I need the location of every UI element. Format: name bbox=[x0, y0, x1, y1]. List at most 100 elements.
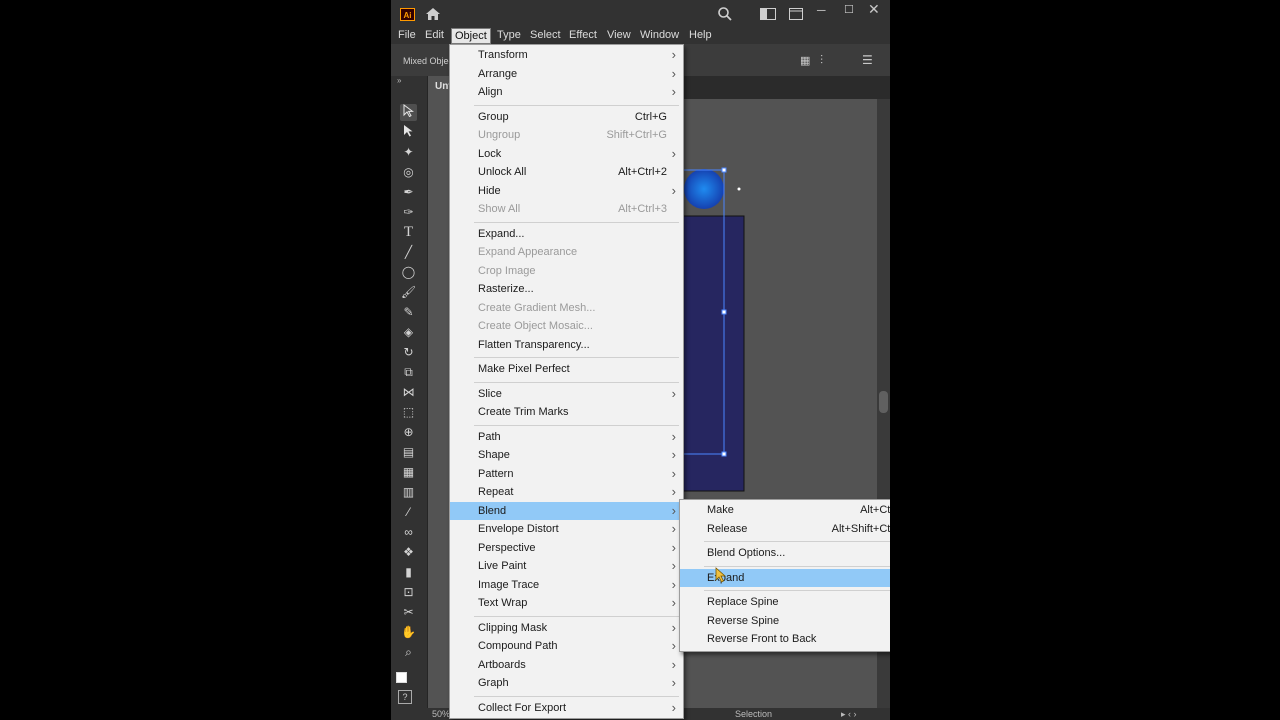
gradient-tool-icon[interactable]: ▥ bbox=[400, 484, 417, 501]
line-tool-icon[interactable]: ╱ bbox=[400, 244, 417, 261]
free-transform-tool-icon[interactable]: ⬚ bbox=[400, 404, 417, 421]
curvature-tool-icon[interactable]: ✑ bbox=[400, 204, 417, 221]
pen-tool-icon[interactable]: ✒ bbox=[400, 184, 417, 201]
scroll-thumb[interactable] bbox=[879, 391, 888, 413]
direct-selection-tool-icon[interactable] bbox=[400, 124, 417, 141]
mesh-tool-icon[interactable]: ▦ bbox=[400, 464, 417, 481]
hand-tool-icon[interactable]: ✋ bbox=[400, 624, 417, 641]
ellipse-tool-icon[interactable]: ◯ bbox=[400, 264, 417, 281]
minimize-icon[interactable]: ─ bbox=[817, 3, 826, 17]
menu-item-flatten-transparency[interactable]: Flatten Transparency... bbox=[450, 336, 683, 354]
menu-item-rasterize[interactable]: Rasterize... bbox=[450, 280, 683, 298]
menu-item-align[interactable]: Align › bbox=[450, 83, 683, 101]
scale-tool-icon[interactable]: ⧉ bbox=[400, 364, 417, 381]
search-icon[interactable] bbox=[717, 6, 733, 24]
menu-item-unlock-all[interactable]: Unlock All Alt+Ctrl+2 bbox=[450, 163, 683, 181]
status-nav-icon[interactable]: ▸ ‹ › bbox=[841, 708, 857, 720]
menu-item-repeat[interactable]: Repeat › bbox=[450, 483, 683, 501]
menu-item-group[interactable]: Group Ctrl+G bbox=[450, 108, 683, 126]
menu-window[interactable]: Window bbox=[637, 28, 682, 44]
menu-select[interactable]: Select bbox=[527, 28, 564, 44]
symbol-sprayer-tool-icon[interactable]: ❖ bbox=[400, 544, 417, 561]
handle-middle bbox=[721, 309, 727, 315]
maximize-icon[interactable]: ☐ bbox=[844, 3, 854, 17]
menu-item-blend[interactable]: Blend › bbox=[450, 501, 683, 520]
menu-item-reverse-front-to-back[interactable]: Reverse Front to Back bbox=[680, 630, 890, 648]
menu-item-create-trim-marks[interactable]: Create Trim Marks bbox=[450, 403, 683, 421]
menu-item-label: Create Object Mosaic... bbox=[478, 320, 593, 332]
menu-item-arrange[interactable]: Arrange › bbox=[450, 65, 683, 83]
paintbrush-tool-icon[interactable]: 🖌 bbox=[400, 284, 417, 301]
align-icon[interactable]: ⫶ bbox=[820, 53, 823, 67]
menu-item-lock[interactable]: Lock › bbox=[450, 145, 683, 163]
perspective-grid-tool-icon[interactable]: ▤ bbox=[400, 444, 417, 461]
width-tool-icon[interactable]: ⋈ bbox=[400, 384, 417, 401]
menu-item-slice[interactable]: Slice › bbox=[450, 385, 683, 403]
help-icon[interactable]: ? bbox=[398, 690, 412, 704]
blend-tool-icon[interactable]: ∞ bbox=[400, 524, 417, 541]
menu-item-perspective[interactable]: Perspective › bbox=[450, 539, 683, 557]
shape-builder-tool-icon[interactable]: ⊕ bbox=[400, 424, 417, 441]
menu-item-pattern[interactable]: Pattern › bbox=[450, 465, 683, 483]
menu-item-expand[interactable]: Expand bbox=[680, 568, 890, 587]
menu-object[interactable]: Object bbox=[451, 28, 491, 44]
menu-item-compound-path[interactable]: Compound Path › bbox=[450, 637, 683, 655]
menu-lines-icon[interactable]: ☰ bbox=[862, 53, 873, 67]
graph-tool-icon[interactable]: ▮ bbox=[400, 564, 417, 581]
menu-item-clipping-mask[interactable]: Clipping Mask › bbox=[450, 619, 683, 637]
close-icon[interactable]: ✕ bbox=[868, 2, 880, 16]
menu-edit[interactable]: Edit bbox=[422, 28, 447, 44]
menu-item-label: Envelope Distort bbox=[478, 523, 559, 535]
selection-tool-icon[interactable] bbox=[400, 103, 417, 121]
artboard-tool-icon[interactable]: ⊡ bbox=[400, 584, 417, 601]
menu-item-text-wrap[interactable]: Text Wrap › bbox=[450, 594, 683, 612]
menu-item-make-pixel-perfect[interactable]: Make Pixel Perfect bbox=[450, 360, 683, 378]
menu-item-release[interactable]: Release Alt+Shift+Ctr bbox=[680, 520, 890, 538]
home-icon[interactable] bbox=[425, 7, 441, 23]
zoom-level[interactable]: 50% bbox=[432, 708, 450, 720]
pencil-tool-icon[interactable]: ✎ bbox=[400, 304, 417, 321]
menu-type[interactable]: Type bbox=[494, 28, 524, 44]
menu-help[interactable]: Help bbox=[686, 28, 715, 44]
menu-file[interactable]: File bbox=[395, 28, 419, 44]
menu-item-graph[interactable]: Graph › bbox=[450, 674, 683, 692]
menu-item-live-paint[interactable]: Live Paint › bbox=[450, 557, 683, 575]
menu-item-collect-for-export[interactable]: Collect For Export › bbox=[450, 699, 683, 717]
eraser-tool-icon[interactable]: ◈ bbox=[400, 324, 417, 341]
chevron-right-icon: › bbox=[671, 502, 676, 518]
menu-item-artboards[interactable]: Artboards › bbox=[450, 656, 683, 674]
menu-item-label: Text Wrap bbox=[478, 597, 528, 609]
menu-item-replace-spine[interactable]: Replace Spine bbox=[680, 593, 890, 611]
workspace-icon[interactable] bbox=[760, 8, 776, 22]
type-tool-icon[interactable]: T bbox=[400, 224, 417, 241]
menu-item-label: Repeat bbox=[478, 486, 514, 498]
chevron-right-icon: › bbox=[671, 385, 676, 401]
rotate-tool-icon[interactable]: ↻ bbox=[400, 344, 417, 361]
menu-item-path[interactable]: Path › bbox=[450, 428, 683, 446]
transform-icon[interactable]: ▦ bbox=[800, 54, 810, 68]
menu-item-make[interactable]: Make Alt+Ctr bbox=[680, 501, 890, 519]
menu-item-expand[interactable]: Expand... bbox=[450, 225, 683, 243]
menu-item-shape[interactable]: Shape › bbox=[450, 446, 683, 464]
menu-item-envelope-distort[interactable]: Envelope Distort › bbox=[450, 520, 683, 538]
panel-collapse-icon[interactable]: » bbox=[397, 76, 401, 85]
arrange-documents-icon[interactable] bbox=[789, 8, 803, 22]
menu-item-label: Create Trim Marks bbox=[478, 406, 569, 418]
menu-item-transform[interactable]: Transform › bbox=[450, 46, 683, 64]
magic-wand-tool-icon[interactable]: ✦ bbox=[400, 144, 417, 161]
chevron-right-icon: › bbox=[671, 47, 676, 62]
menu-item-reverse-spine[interactable]: Reverse Spine bbox=[680, 612, 890, 630]
menu-effect[interactable]: Effect bbox=[566, 28, 600, 44]
zoom-tool-icon[interactable]: ⌕ bbox=[400, 644, 417, 661]
menu-item-image-trace[interactable]: Image Trace › bbox=[450, 576, 683, 594]
chevron-right-icon: › bbox=[671, 638, 676, 653]
eyedropper-tool-icon[interactable]: ⁄ bbox=[400, 504, 417, 521]
menu-item-label: Graph bbox=[478, 677, 509, 689]
menu-item-expand-appearance: Expand Appearance bbox=[450, 243, 683, 261]
slice-tool-icon[interactable]: ✂ bbox=[400, 604, 417, 621]
menu-item-blend-options[interactable]: Blend Options... bbox=[680, 544, 890, 562]
menu-view[interactable]: View bbox=[604, 28, 634, 44]
lasso-tool-icon[interactable]: ◎ bbox=[400, 164, 417, 181]
fill-stroke-swatch[interactable] bbox=[396, 672, 407, 683]
menu-item-hide[interactable]: Hide › bbox=[450, 182, 683, 200]
